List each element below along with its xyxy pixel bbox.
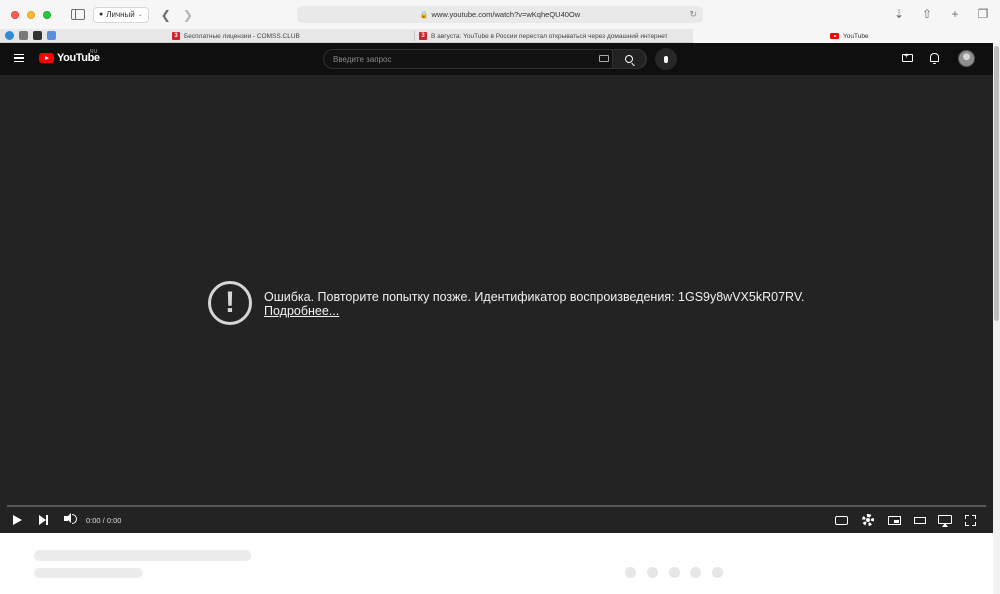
chevron-left-icon[interactable]: ❮ [161,9,171,21]
tab-title: В августа: YouTube в России перестал отк… [431,32,668,40]
create-icon[interactable] [902,51,913,62]
play-icon[interactable] [13,515,22,525]
subtitles-icon[interactable] [835,516,848,525]
voice-search-button[interactable] [655,48,677,70]
avatar[interactable] [958,50,975,67]
error-message: Ошибка. Повторите попытку позже. Идентиф… [264,290,805,304]
sidebar-icon[interactable] [71,9,85,20]
tab-title: Бесплатные лицензии - COMSS.CLUB [184,32,300,40]
person-icon: ● [99,11,104,18]
youtube-page: YouTube RU ! Ошибка. Повторите попытку п… [0,43,1000,594]
share-icon[interactable]: ⇧ [920,7,934,21]
skeleton-dot [712,567,723,578]
video-player[interactable]: ! Ошибка. Повторите попытку позже. Идент… [0,75,993,533]
time-display: 0:00 / 0:00 [86,516,122,525]
pinned-tab-1[interactable] [5,31,14,40]
tab-title: YouTube [843,32,869,40]
bell-icon[interactable] [930,53,939,64]
search-button[interactable] [612,49,646,69]
skeleton-subtitle [34,568,143,578]
tab-overview-icon[interactable]: ❐ [976,7,990,21]
pinned-tab-4[interactable] [47,31,56,40]
search-box [323,49,647,69]
skeleton-dot [690,567,701,578]
skeleton-dot [647,567,658,578]
search-input[interactable] [324,50,614,68]
player-controls: 0:00 / 0:00 [0,507,993,533]
minimize-window-button[interactable] [27,10,35,19]
mic-icon [664,55,668,63]
news-favicon: 3 [419,32,427,40]
profile-button[interactable]: ● Личный ⌄ [93,6,149,23]
volume-icon[interactable] [64,513,77,524]
region-code: RU [90,49,98,55]
window-controls [11,10,51,19]
new-tab-icon[interactable]: + [948,7,962,21]
keyboard-icon[interactable] [599,55,609,62]
skeleton-dot [669,567,680,578]
download-icon[interactable]: ⇣ [892,7,906,21]
chevron-down-icon: ⌄ [137,12,143,18]
close-window-button[interactable] [11,10,19,19]
error-icon: ! [208,281,252,325]
settings-icon[interactable] [862,514,874,526]
tab-separator [414,31,415,41]
url-text: www.youtube.com/watch?v=wKqheQU40Ow [431,10,581,19]
chevron-right-icon[interactable]: ❯ [183,9,193,21]
tab-youtube[interactable]: YouTube [693,29,1000,43]
theater-icon[interactable] [914,517,926,524]
reload-icon[interactable]: ↻ [689,9,697,20]
miniplayer-icon[interactable] [888,516,901,525]
lock-icon: 🔒 [419,11,429,19]
zoom-window-button[interactable] [43,10,51,19]
pinned-tab-2[interactable] [19,31,28,40]
tab-comss[interactable]: 3 Бесплатные лицензии - COMSS.CLUB [172,29,300,43]
search-icon [625,55,633,63]
menu-icon[interactable] [14,54,24,62]
fullscreen-icon[interactable] [965,515,976,526]
learn-more-link[interactable]: Подробнее... [264,304,339,318]
address-bar[interactable]: 🔒 www.youtube.com/watch?v=wKqheQU40Ow ↻ [297,6,703,23]
skeleton-dot [625,567,636,578]
next-icon[interactable] [39,515,52,527]
tab-bar: 3 Бесплатные лицензии - COMSS.CLUB 3 В а… [0,29,1000,43]
youtube-header: YouTube RU [0,43,993,75]
comss-favicon: 3 [172,32,180,40]
tab-news[interactable]: 3 В августа: YouTube в России перестал о… [419,29,668,43]
skeleton-title [34,550,251,561]
youtube-play-icon [39,53,54,63]
page-scrollbar[interactable] [993,43,1000,594]
pinned-tab-3[interactable] [33,31,42,40]
youtube-favicon [830,33,839,39]
browser-toolbar: ● Личный ⌄ ❮ ❯ 🔒 www.youtube.com/watch?v… [0,0,1000,29]
airplay-icon[interactable] [938,515,952,527]
profile-label: Личный [106,10,135,19]
scrollbar-thumb[interactable] [994,46,999,321]
